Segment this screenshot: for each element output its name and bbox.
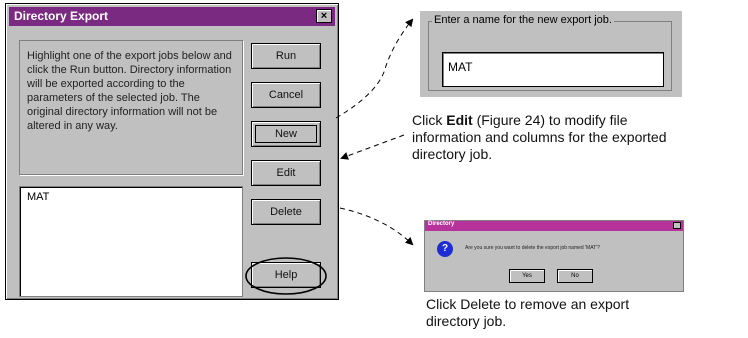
delete-caption-line2: directory job. [426,313,507,329]
job-name-input[interactable]: MAT [442,52,664,87]
arrow-to-name-dialog [335,18,414,119]
question-icon: ? [437,241,453,257]
new-job-name-dialog: Enter a name for the new export job. MAT [420,11,682,97]
edit-caption: Click Edit (Figure 24) to modify file in… [412,112,746,163]
confirm-titlebar: Directory [425,221,683,231]
confirm-close-icon[interactable] [673,222,681,229]
name-legend: Enter a name for the new export job. [432,14,614,26]
arrow-to-confirm-dialog [339,207,414,246]
arrow-to-edit-button [340,134,405,160]
edit-caption-rest: (Figure 24) to modify file [472,112,628,128]
edit-caption-line2: information and columns for the exported [412,129,667,145]
yes-button[interactable]: Yes [509,269,545,283]
no-button[interactable]: No [557,269,593,283]
edit-caption-prefix: Click [412,112,447,128]
delete-caption-line1: Click Delete to remove an export [426,296,630,312]
delete-confirm-dialog: Directory ? Are you sure you want to del… [424,220,684,292]
edit-caption-line3: directory job. [412,146,493,162]
delete-caption: Click Delete to remove an export directo… [426,296,726,330]
confirm-title: Directory [428,221,455,227]
edit-caption-bold: Edit [446,112,473,128]
help-highlight-circle [245,257,327,295]
confirm-question: Are you sure you want to delete the expo… [465,245,600,251]
